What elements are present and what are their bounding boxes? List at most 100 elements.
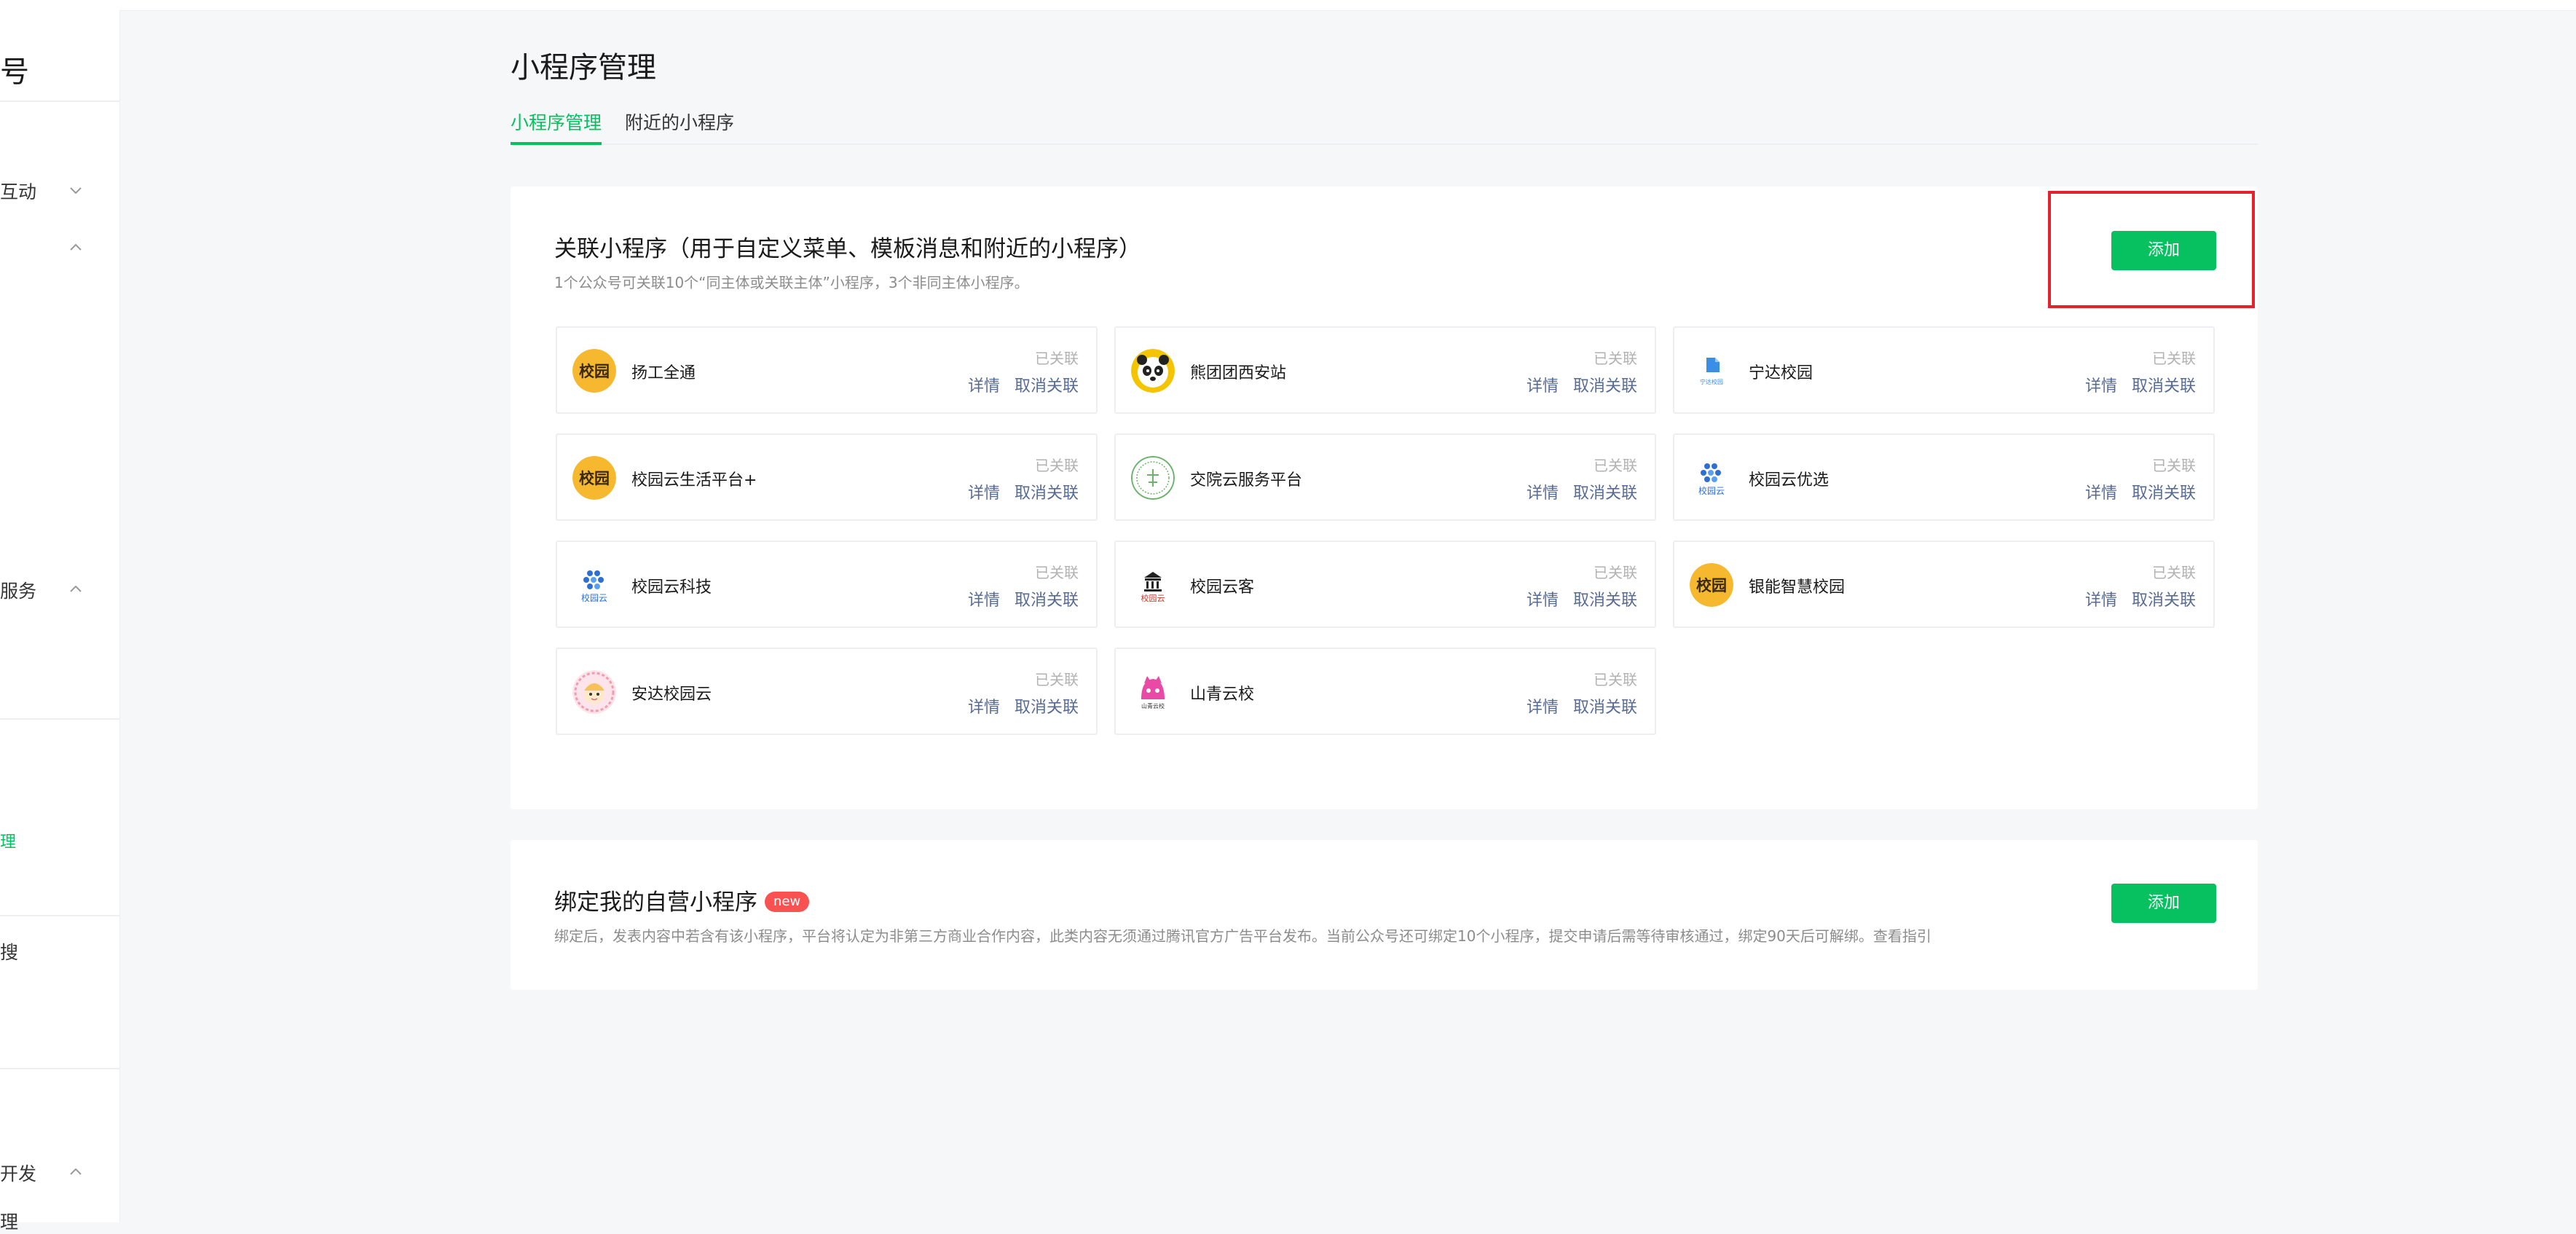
detail-link[interactable]: 详情 xyxy=(1527,480,1559,503)
chevron-up-icon[interactable] xyxy=(67,239,84,256)
status-label: 已关联 xyxy=(1035,350,1079,367)
miniprogram-name: 安达校园云 xyxy=(631,685,712,704)
sidebar-item-develop[interactable]: 开发 xyxy=(0,1160,36,1186)
bound-miniprogram-card: 绑定我的自营小程序 new 绑定后，发表内容中若含有该小程序，平台将认定为非第三方… xyxy=(511,840,2258,990)
sidebar-item-service[interactable]: 服务 xyxy=(0,577,36,603)
miniprogram-name: 校园云科技 xyxy=(631,578,712,597)
sidebar-item-manage[interactable]: 理 xyxy=(0,1208,18,1234)
highlight-box xyxy=(2048,191,2255,308)
add-bound-button[interactable]: 添加 xyxy=(2111,884,2216,923)
sidebar-item-miniprogram-manage[interactable]: 理 xyxy=(0,829,16,852)
miniprogram-name: 校园云生活平台+ xyxy=(631,471,757,490)
miniprogram-name: 宁达校园 xyxy=(1749,364,1813,382)
bound-section-title-text: 绑定我的自营小程序 xyxy=(554,889,757,916)
xiaoyuan-logo-icon: 校园 xyxy=(1690,563,1733,607)
detail-link[interactable]: 详情 xyxy=(968,480,1000,503)
miniprogram-item: 安达校园云 已关联 详情 取消关联 xyxy=(556,648,1098,735)
detail-link[interactable]: 详情 xyxy=(1527,587,1559,610)
detail-link[interactable]: 详情 xyxy=(968,587,1000,610)
chevron-down-icon[interactable] xyxy=(67,181,84,199)
detail-link[interactable]: 详情 xyxy=(968,694,1000,718)
unlink-link[interactable]: 取消关联 xyxy=(2132,480,2196,503)
detail-link[interactable]: 详情 xyxy=(2085,480,2117,503)
detail-link[interactable]: 详情 xyxy=(968,373,1000,396)
unlink-link[interactable]: 取消关联 xyxy=(1015,480,1079,503)
sidebar-divider xyxy=(0,915,119,916)
xiaoyuanyun-logo-icon: 校园云 xyxy=(572,563,616,607)
chevron-up-icon[interactable] xyxy=(67,581,84,598)
svg-text:校园云: 校园云 xyxy=(581,592,607,603)
new-badge: new xyxy=(765,891,810,912)
xiaoyuan-logo-icon: 校园 xyxy=(572,456,616,500)
sidebar-divider xyxy=(0,1068,119,1069)
status-label: 已关联 xyxy=(2152,350,2196,367)
unlink-link[interactable]: 取消关联 xyxy=(1015,373,1079,396)
unlink-link[interactable]: 取消关联 xyxy=(1573,373,1637,396)
unlink-link[interactable]: 取消关联 xyxy=(1573,480,1637,503)
svg-text:校园云: 校园云 xyxy=(1698,485,1725,496)
miniprogram-name: 山青云校 xyxy=(1190,685,1255,704)
svg-text:校园: 校园 xyxy=(579,363,610,380)
linked-section-title: 关联小程序（用于自定义菜单、模板消息和附近的小程序） xyxy=(554,236,1141,262)
linked-section-subtitle: 1个公众号可关联10个“同主体或关联主体”小程序，3个非同主体小程序。 xyxy=(554,274,1029,291)
xiaoyuanyun-logo-icon: 校园云 xyxy=(1690,456,1733,500)
miniprogram-item: 校园 银能智慧校园 已关联 详情 取消关联 xyxy=(1673,541,2215,628)
miniprogram-item: 校园云 校园云优选 已关联 详情 取消关联 xyxy=(1673,433,2215,521)
status-label: 已关联 xyxy=(1035,564,1079,581)
miniprogram-item: 山青云校 山青云校 已关联 详情 取消关联 xyxy=(1114,648,1656,735)
miniprogram-item: 交院云服务平台 已关联 详情 取消关联 xyxy=(1114,433,1656,521)
miniprogram-name: 交院云服务平台 xyxy=(1190,471,1303,490)
chevron-up-icon[interactable] xyxy=(67,1163,84,1181)
svg-text:校园云: 校园云 xyxy=(1141,593,1165,603)
sidebar-item-interaction[interactable]: 互动 xyxy=(0,178,36,204)
svg-text:校园: 校园 xyxy=(1696,577,1727,594)
sidebar: 号 互动 服务 理 搜 开发 理 xyxy=(0,10,120,1233)
status-label: 已关联 xyxy=(1594,457,1637,474)
status-label: 已关联 xyxy=(2152,457,2196,474)
detail-link[interactable]: 详情 xyxy=(2085,373,2117,396)
detail-link[interactable]: 详情 xyxy=(2085,587,2117,610)
cartoon-logo-icon xyxy=(572,670,616,714)
miniprogram-name: 熊团团西安站 xyxy=(1190,364,1287,382)
tab-miniprogram-manage[interactable]: 小程序管理 xyxy=(511,109,602,145)
svg-text:山青云校: 山青云校 xyxy=(1141,702,1165,710)
unlink-link[interactable]: 取消关联 xyxy=(1015,587,1079,610)
miniprogram-name: 校园云优选 xyxy=(1749,471,1829,490)
xiaoyuan-logo-icon: 校园 xyxy=(572,349,616,393)
miniprogram-item: 校园 校园云生活平台+ 已关联 详情 取消关联 xyxy=(556,433,1098,521)
bound-section-title: 绑定我的自营小程序 new xyxy=(554,884,810,916)
tab-nearby-miniprogram[interactable]: 附近的小程序 xyxy=(625,109,734,141)
miniprogram-item: 校园云 校园云客 已关联 详情 取消关联 xyxy=(1114,541,1656,628)
building-logo-icon: 校园云 xyxy=(1131,563,1175,607)
sidebar-divider xyxy=(0,101,119,102)
linked-miniprogram-card: 关联小程序（用于自定义菜单、模板消息和附近的小程序） 1个公众号可关联10个“同… xyxy=(511,186,2258,809)
panda-logo-icon xyxy=(1131,349,1175,393)
status-label: 已关联 xyxy=(1594,671,1637,688)
status-label: 已关联 xyxy=(1035,671,1079,688)
sidebar-title: 号 xyxy=(0,55,29,89)
miniprogram-name: 银能智慧校园 xyxy=(1749,578,1846,597)
unlink-link[interactable]: 取消关联 xyxy=(2132,587,2196,610)
page-title: 小程序管理 xyxy=(511,51,656,85)
top-strip xyxy=(0,0,2576,11)
svg-text:宁达校园: 宁达校园 xyxy=(1700,378,1723,385)
status-label: 已关联 xyxy=(1035,457,1079,474)
svg-text:校园: 校园 xyxy=(579,470,610,487)
detail-link[interactable]: 详情 xyxy=(1527,694,1559,718)
unlink-link[interactable]: 取消关联 xyxy=(1573,694,1637,718)
jiaoyuan-seal-icon xyxy=(1131,456,1175,500)
bound-section-subtitle: 绑定后，发表内容中若含有该小程序，平台将认定为非第三方商业合作内容，此类内容无须… xyxy=(554,927,1931,945)
unlink-link[interactable]: 取消关联 xyxy=(2132,373,2196,396)
status-label: 已关联 xyxy=(1594,564,1637,581)
unlink-link[interactable]: 取消关联 xyxy=(1573,587,1637,610)
unlink-link[interactable]: 取消关联 xyxy=(1015,694,1079,718)
miniprogram-name: 扬工全通 xyxy=(631,364,696,382)
sidebar-divider xyxy=(0,718,119,720)
sidebar-item-search[interactable]: 搜 xyxy=(0,938,18,964)
cat-logo-icon: 山青云校 xyxy=(1131,670,1175,714)
status-label: 已关联 xyxy=(1594,350,1637,367)
miniprogram-name: 校园云客 xyxy=(1190,578,1255,597)
ningda-logo-icon: 宁达校园 xyxy=(1690,349,1733,393)
miniprogram-item: 宁达校园 宁达校园 已关联 详情 取消关联 xyxy=(1673,326,2215,414)
detail-link[interactable]: 详情 xyxy=(1527,373,1559,396)
